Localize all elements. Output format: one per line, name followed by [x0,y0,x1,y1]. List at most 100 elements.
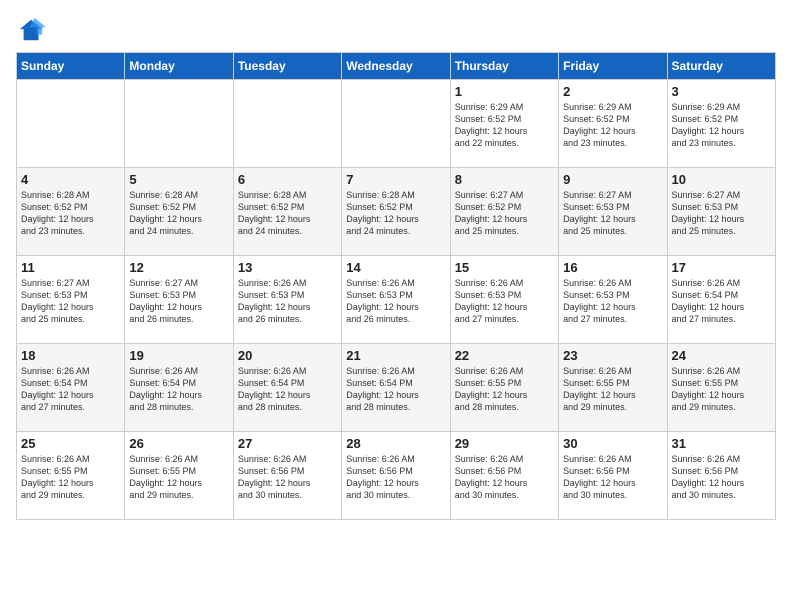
day-number: 18 [21,348,120,363]
logo-icon [18,16,46,44]
weekday-header-cell: Saturday [667,53,775,80]
calendar-day-cell: 18 Sunrise: 6:26 AM Sunset: 6:54 PM Dayli… [17,344,125,432]
calendar-day-cell: 6Sunrise: 6:28 AM Sunset: 6:52 PM Daylig… [233,168,341,256]
day-number: 25 [21,436,120,451]
calendar-day-cell [125,80,233,168]
weekday-header-cell: Monday [125,53,233,80]
day-info: Sunrise: 6:26 AM Sunset: 6:56 PM Dayligh… [563,453,662,502]
calendar-day-cell: 22 Sunrise: 6:26 AM Sunset: 6:55 PM Dayli… [450,344,558,432]
day-number: 11 [21,260,120,275]
day-info: Sunrise: 6:26 AM Sunset: 6:55 PM Dayligh… [455,365,554,414]
day-info: Sunrise: 6:28 AM Sunset: 6:52 PM Dayligh… [129,189,228,238]
day-info: Sunrise: 6:27 AM Sunset: 6:53 PM Dayligh… [21,277,120,326]
day-number: 15 [455,260,554,275]
calendar-day-cell [17,80,125,168]
day-info: Sunrise: 6:26 AM Sunset: 6:55 PM Dayligh… [21,453,120,502]
weekday-header-cell: Sunday [17,53,125,80]
day-info: Sunrise: 6:26 AM Sunset: 6:56 PM Dayligh… [672,453,771,502]
day-number: 26 [129,436,228,451]
day-info: Sunrise: 6:27 AM Sunset: 6:53 PM Dayligh… [672,189,771,238]
calendar-day-cell: 13 Sunrise: 6:26 AM Sunset: 6:53 PM Dayli… [233,256,341,344]
calendar-day-cell: 27 Sunrise: 6:26 AM Sunset: 6:56 PM Dayli… [233,432,341,520]
calendar-table: SundayMondayTuesdayWednesdayThursdayFrid… [16,52,776,520]
day-number: 20 [238,348,337,363]
day-number: 22 [455,348,554,363]
calendar-day-cell: 21Sunrise: 6:26 AM Sunset: 6:54 PM Dayli… [342,344,450,432]
calendar-day-cell: 4 Sunrise: 6:28 AM Sunset: 6:52 PM Daylig… [17,168,125,256]
day-number: 14 [346,260,445,275]
day-info: Sunrise: 6:29 AM Sunset: 6:52 PM Dayligh… [455,101,554,150]
weekday-header-cell: Tuesday [233,53,341,80]
day-info: Sunrise: 6:26 AM Sunset: 6:56 PM Dayligh… [238,453,337,502]
day-info: Sunrise: 6:28 AM Sunset: 6:52 PM Dayligh… [21,189,120,238]
weekday-header-row: SundayMondayTuesdayWednesdayThursdayFrid… [17,53,776,80]
calendar-day-cell: 29Sunrise: 6:26 AM Sunset: 6:56 PM Dayli… [450,432,558,520]
calendar-day-cell: 26 Sunrise: 6:26 AM Sunset: 6:55 PM Dayli… [125,432,233,520]
calendar-day-cell: 28 Sunrise: 6:26 AM Sunset: 6:56 PM Dayli… [342,432,450,520]
calendar-day-cell: 8 Sunrise: 6:27 AM Sunset: 6:52 PM Daylig… [450,168,558,256]
day-number: 1 [455,84,554,99]
weekday-header-cell: Friday [559,53,667,80]
day-info: Sunrise: 6:26 AM Sunset: 6:56 PM Dayligh… [346,453,445,502]
day-info: Sunrise: 6:26 AM Sunset: 6:53 PM Dayligh… [346,277,445,326]
day-info: Sunrise: 6:26 AM Sunset: 6:53 PM Dayligh… [563,277,662,326]
day-info: Sunrise: 6:29 AM Sunset: 6:52 PM Dayligh… [563,101,662,150]
calendar-week-row: 1 Sunrise: 6:29 AM Sunset: 6:52 PM Daylig… [17,80,776,168]
calendar-day-cell: 25 Sunrise: 6:26 AM Sunset: 6:55 PM Dayli… [17,432,125,520]
day-info: Sunrise: 6:26 AM Sunset: 6:55 PM Dayligh… [563,365,662,414]
page-header [16,16,776,44]
day-number: 9 [563,172,662,187]
day-info: Sunrise: 6:26 AM Sunset: 6:54 PM Dayligh… [238,365,337,414]
calendar-day-cell: 24 Sunrise: 6:26 AM Sunset: 6:55 PM Dayli… [667,344,775,432]
day-number: 8 [455,172,554,187]
day-info: Sunrise: 6:26 AM Sunset: 6:55 PM Dayligh… [129,453,228,502]
day-info: Sunrise: 6:27 AM Sunset: 6:53 PM Dayligh… [563,189,662,238]
calendar-day-cell [342,80,450,168]
calendar-day-cell: 14 Sunrise: 6:26 AM Sunset: 6:53 PM Dayli… [342,256,450,344]
calendar-week-row: 11 Sunrise: 6:27 AM Sunset: 6:53 PM Dayli… [17,256,776,344]
day-number: 27 [238,436,337,451]
calendar-day-cell: 11 Sunrise: 6:27 AM Sunset: 6:53 PM Dayli… [17,256,125,344]
calendar-day-cell: 3 Sunrise: 6:29 AM Sunset: 6:52 PM Daylig… [667,80,775,168]
day-number: 21 [346,348,445,363]
calendar-day-cell: 19 Sunrise: 6:26 AM Sunset: 6:54 PM Dayli… [125,344,233,432]
calendar-day-cell: 1 Sunrise: 6:29 AM Sunset: 6:52 PM Daylig… [450,80,558,168]
day-number: 23 [563,348,662,363]
day-number: 2 [563,84,662,99]
day-number: 24 [672,348,771,363]
day-number: 3 [672,84,771,99]
day-number: 7 [346,172,445,187]
day-number: 6 [238,172,337,187]
day-number: 17 [672,260,771,275]
day-info: Sunrise: 6:26 AM Sunset: 6:55 PM Dayligh… [672,365,771,414]
day-number: 30 [563,436,662,451]
weekday-header-cell: Thursday [450,53,558,80]
day-number: 29 [455,436,554,451]
calendar-day-cell: 20 Sunrise: 6:26 AM Sunset: 6:54 PM Dayli… [233,344,341,432]
calendar-day-cell: 10 Sunrise: 6:27 AM Sunset: 6:53 PM Dayli… [667,168,775,256]
day-number: 4 [21,172,120,187]
day-info: Sunrise: 6:26 AM Sunset: 6:54 PM Dayligh… [21,365,120,414]
day-info: Sunrise: 6:26 AM Sunset: 6:54 PM Dayligh… [672,277,771,326]
calendar-week-row: 18 Sunrise: 6:26 AM Sunset: 6:54 PM Dayli… [17,344,776,432]
day-number: 13 [238,260,337,275]
day-number: 19 [129,348,228,363]
day-info: Sunrise: 6:26 AM Sunset: 6:53 PM Dayligh… [455,277,554,326]
calendar-body: 1 Sunrise: 6:29 AM Sunset: 6:52 PM Daylig… [17,80,776,520]
calendar-day-cell: 9 Sunrise: 6:27 AM Sunset: 6:53 PM Daylig… [559,168,667,256]
day-info: Sunrise: 6:27 AM Sunset: 6:52 PM Dayligh… [455,189,554,238]
calendar-day-cell: 16 Sunrise: 6:26 AM Sunset: 6:53 PM Dayli… [559,256,667,344]
day-info: Sunrise: 6:26 AM Sunset: 6:54 PM Dayligh… [129,365,228,414]
calendar-day-cell: 2 Sunrise: 6:29 AM Sunset: 6:52 PM Daylig… [559,80,667,168]
calendar-day-cell: 23 Sunrise: 6:26 AM Sunset: 6:55 PM Dayli… [559,344,667,432]
calendar-day-cell: 7Sunrise: 6:28 AM Sunset: 6:52 PM Daylig… [342,168,450,256]
calendar-day-cell: 31Sunrise: 6:26 AM Sunset: 6:56 PM Dayli… [667,432,775,520]
day-info: Sunrise: 6:29 AM Sunset: 6:52 PM Dayligh… [672,101,771,150]
logo [16,16,46,44]
day-info: Sunrise: 6:26 AM Sunset: 6:53 PM Dayligh… [238,277,337,326]
day-number: 28 [346,436,445,451]
day-number: 16 [563,260,662,275]
day-info: Sunrise: 6:27 AM Sunset: 6:53 PM Dayligh… [129,277,228,326]
day-number: 10 [672,172,771,187]
calendar-week-row: 4 Sunrise: 6:28 AM Sunset: 6:52 PM Daylig… [17,168,776,256]
